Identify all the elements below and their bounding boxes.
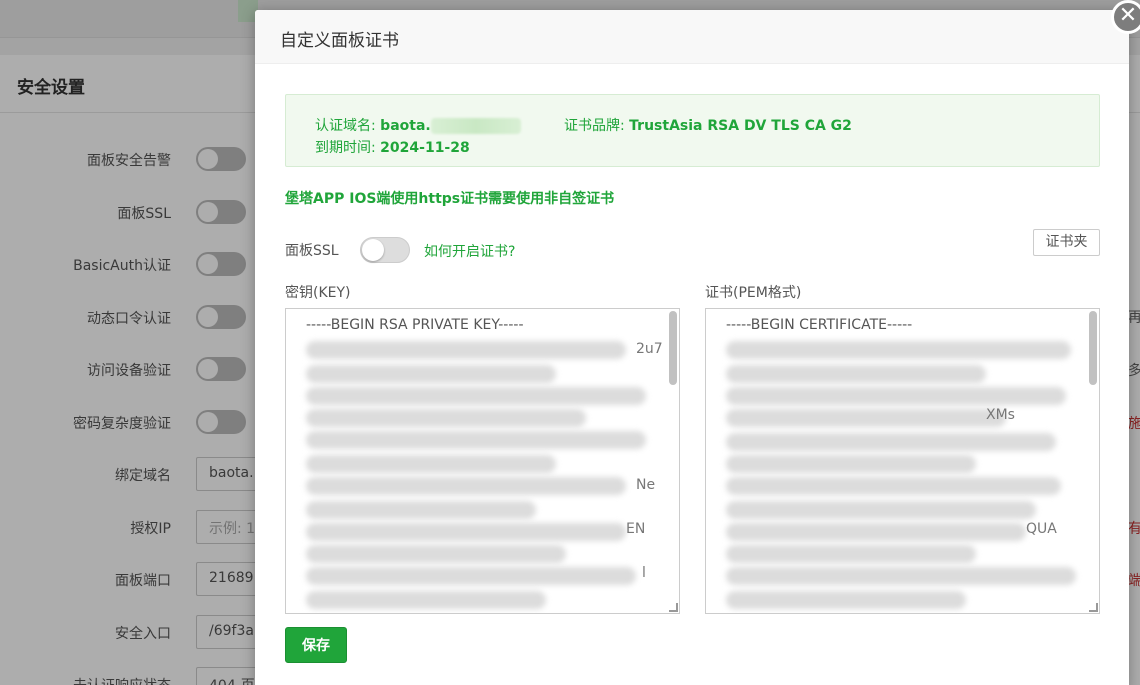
redacted-line bbox=[306, 591, 546, 609]
redacted-line bbox=[306, 501, 536, 519]
redacted-line bbox=[306, 455, 556, 473]
redacted-line bbox=[726, 591, 966, 609]
cert-brand-label: 证书品牌: bbox=[564, 118, 625, 134]
redacted-line bbox=[726, 409, 1006, 427]
key-label: 密钥(KEY) bbox=[285, 285, 351, 301]
cert-domain-label: 认证域名: bbox=[315, 118, 376, 134]
redacted-line bbox=[726, 477, 1061, 495]
redacted-line bbox=[726, 545, 976, 563]
redacted-line bbox=[306, 365, 556, 383]
custom-cert-dialog: 自定义面板证书 认证域名: baota. 证书品牌: TrustAsia RSA… bbox=[255, 10, 1129, 685]
save-button[interactable]: 保存 bbox=[285, 627, 347, 663]
panel-ssl-label: 面板SSL bbox=[285, 243, 339, 259]
redacted-line bbox=[726, 433, 1056, 451]
key-fragment: EN bbox=[626, 521, 646, 537]
key-resize-handle[interactable] bbox=[669, 603, 678, 612]
cert-first-line: -----BEGIN CERTIFICATE----- bbox=[726, 317, 913, 333]
redacted-line bbox=[726, 365, 986, 383]
redacted-domain bbox=[430, 118, 521, 134]
cert-domain-value: baota. bbox=[380, 118, 431, 134]
cert-scrollbar[interactable] bbox=[1089, 311, 1097, 385]
key-fragment: Ne bbox=[636, 477, 656, 493]
dialog-title: 自定义面板证书 bbox=[255, 10, 1129, 64]
cert-expire-line: 到期时间: 2024-11-28 bbox=[315, 137, 470, 157]
redacted-line bbox=[306, 523, 626, 541]
close-icon[interactable]: ✕ bbox=[1111, 0, 1140, 34]
cert-textarea[interactable]: -----BEGIN CERTIFICATE----- XMs QUA bbox=[705, 308, 1100, 614]
key-fragment: l bbox=[642, 565, 646, 581]
cert-folder-button[interactable]: 证书夹 bbox=[1033, 229, 1100, 256]
redacted-line bbox=[726, 501, 1036, 519]
cert-info-box: 认证域名: baota. 证书品牌: TrustAsia RSA DV TLS … bbox=[285, 94, 1100, 167]
cert-resize-handle[interactable] bbox=[1089, 603, 1098, 612]
redacted-line bbox=[726, 341, 1071, 359]
redacted-line bbox=[726, 387, 1066, 405]
key-textarea[interactable]: -----BEGIN RSA PRIVATE KEY----- 2u7 Ne E… bbox=[285, 308, 680, 614]
cert-fragment: QUA bbox=[1026, 521, 1057, 537]
cert-brand-value: TrustAsia RSA DV TLS CA G2 bbox=[629, 118, 852, 134]
redacted-line bbox=[306, 341, 626, 359]
redacted-line bbox=[306, 409, 586, 427]
cert-label: 证书(PEM格式) bbox=[705, 285, 802, 301]
cert-fragment: XMs bbox=[986, 407, 1015, 423]
key-scrollbar[interactable] bbox=[669, 311, 677, 385]
cert-expire-value: 2024-11-28 bbox=[380, 140, 470, 156]
how-to-enable-cert-link[interactable]: 如何开启证书? bbox=[424, 241, 515, 261]
cert-expire-label: 到期时间: bbox=[315, 140, 376, 156]
panel-ssl-toggle[interactable] bbox=[360, 237, 410, 263]
redacted-line bbox=[306, 567, 636, 585]
ios-cert-notice: 堡塔APP IOS端使用https证书需要使用非自签证书 bbox=[285, 191, 615, 207]
redacted-line bbox=[726, 523, 1026, 541]
key-fragment: 2u7 bbox=[636, 341, 663, 357]
key-first-line: -----BEGIN RSA PRIVATE KEY----- bbox=[306, 317, 524, 333]
redacted-line bbox=[726, 455, 976, 473]
redacted-line bbox=[306, 477, 626, 495]
redacted-line bbox=[306, 431, 646, 449]
redacted-line bbox=[306, 545, 566, 563]
cert-brand-line: 证书品牌: TrustAsia RSA DV TLS CA G2 bbox=[564, 115, 852, 135]
redacted-line bbox=[726, 567, 1076, 585]
redacted-line bbox=[306, 387, 646, 405]
cert-domain-line: 认证域名: baota. bbox=[315, 115, 521, 135]
